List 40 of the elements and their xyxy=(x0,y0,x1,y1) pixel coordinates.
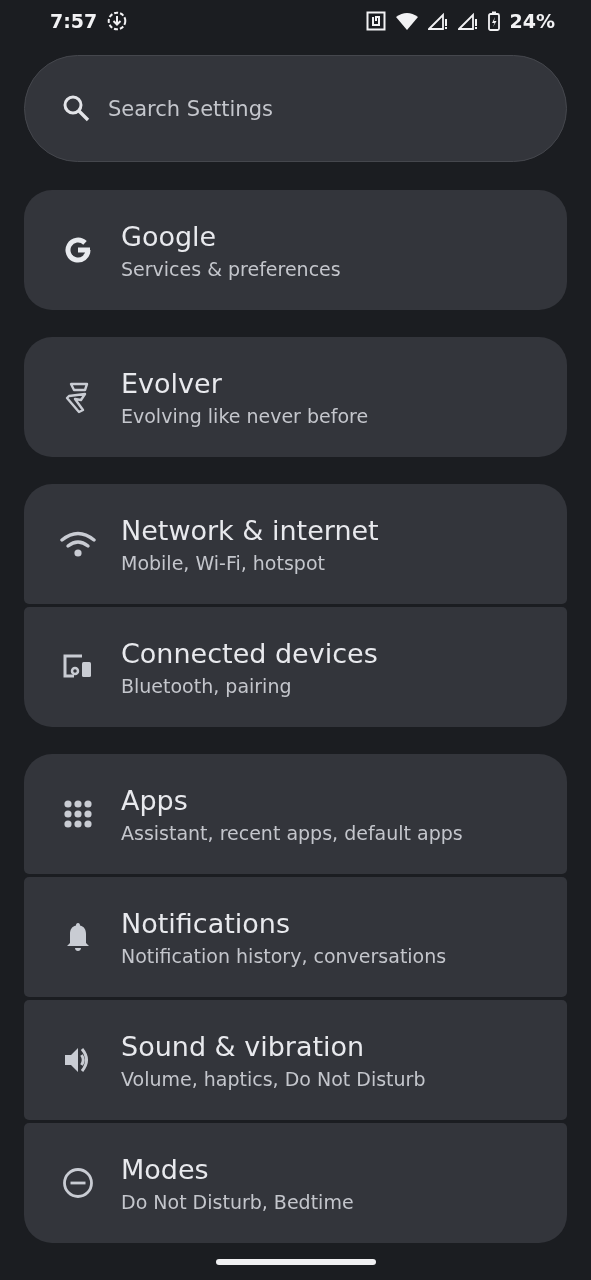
settings-item[interactable]: Network & internet Mobile, Wi-Fi, hotspot xyxy=(24,484,567,604)
settings-item[interactable]: Notifications Notification history, conversations xyxy=(24,877,567,997)
settings-item[interactable]: Evolver Evolving like never before xyxy=(24,337,567,457)
apps-grid-icon xyxy=(63,800,92,828)
item-subtitle: Assistant, recent apps, default apps xyxy=(121,821,463,844)
item-title: Network & internet xyxy=(121,514,379,546)
settings-item[interactable]: Apps Assistant, recent apps, default apps xyxy=(24,754,567,874)
item-title: Evolver xyxy=(121,367,223,399)
nfc-icon xyxy=(365,11,386,31)
search-field[interactable]: Search Settings xyxy=(24,55,567,162)
item-subtitle: Volume, haptics, Do Not Disturb xyxy=(121,1067,426,1090)
battery-icon xyxy=(487,11,500,31)
item-title: Notifications xyxy=(121,907,291,939)
settings-item[interactable]: Modes Do Not Disturb, Bedtime xyxy=(24,1123,567,1243)
item-title: Modes xyxy=(121,1153,210,1185)
item-subtitle: Services & preferences xyxy=(121,257,341,280)
item-title: Google xyxy=(121,220,218,252)
settings-item[interactable]: Sound & vibration Volume, haptics, Do Not Disturb xyxy=(24,1000,567,1120)
settings-item[interactable]: Google Services & preferences xyxy=(24,190,567,310)
wifi-signal-icon xyxy=(395,12,418,30)
item-title: Sound & vibration xyxy=(121,1030,366,1062)
cell-signal-icon xyxy=(427,12,448,30)
devices-icon xyxy=(61,654,94,680)
minus-circle-icon xyxy=(61,1167,94,1199)
item-subtitle: Evolving like never before xyxy=(121,404,369,427)
search-icon xyxy=(62,94,90,122)
evolver-logo-icon xyxy=(64,380,91,414)
battery-percent: 24% xyxy=(509,10,555,32)
wifi-icon xyxy=(58,530,97,558)
item-subtitle: Bluetooth, pairing xyxy=(121,674,293,697)
item-subtitle: Mobile, Wi-Fi, hotspot xyxy=(121,551,326,574)
download-icon xyxy=(107,11,128,31)
item-title: Apps xyxy=(121,784,189,816)
gesture-handle[interactable] xyxy=(215,1258,376,1265)
cell-signal-icon xyxy=(457,12,478,30)
settings-item[interactable]: Connected devices Bluetooth, pairing xyxy=(24,607,567,727)
item-title: Connected devices xyxy=(121,637,378,669)
item-subtitle: Notification history, conversations xyxy=(121,944,447,967)
clock-time: 7:57 xyxy=(50,10,98,32)
item-subtitle: Do Not Disturb, Bedtime xyxy=(121,1190,354,1213)
